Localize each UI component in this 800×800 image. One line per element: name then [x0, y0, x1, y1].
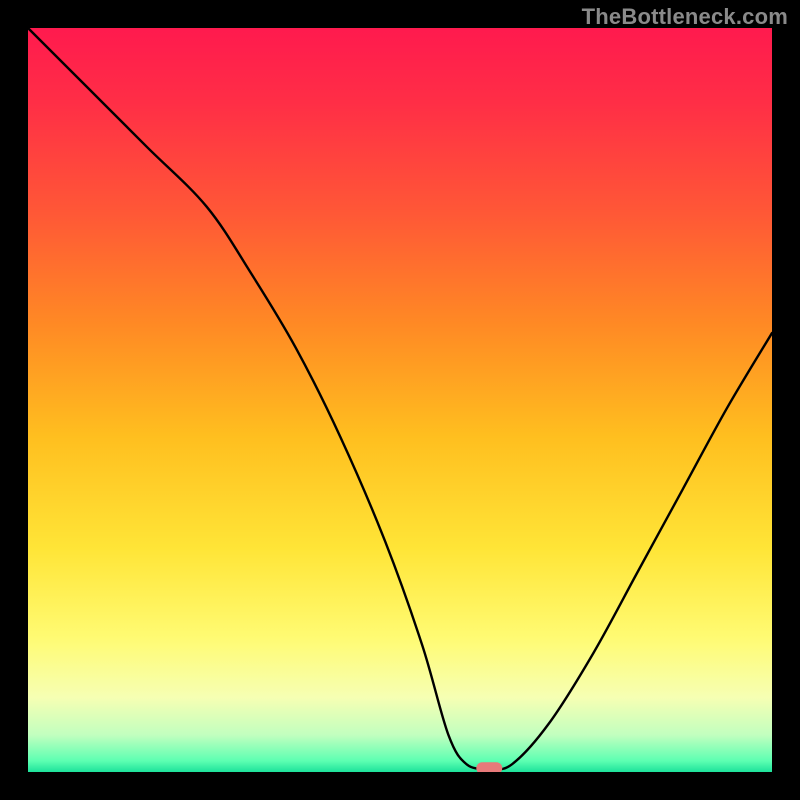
- optimal-marker: [476, 762, 502, 772]
- watermark-text: TheBottleneck.com: [582, 4, 788, 30]
- chart-frame: TheBottleneck.com: [0, 0, 800, 800]
- chart-svg: [28, 28, 772, 772]
- plot-area: [28, 28, 772, 772]
